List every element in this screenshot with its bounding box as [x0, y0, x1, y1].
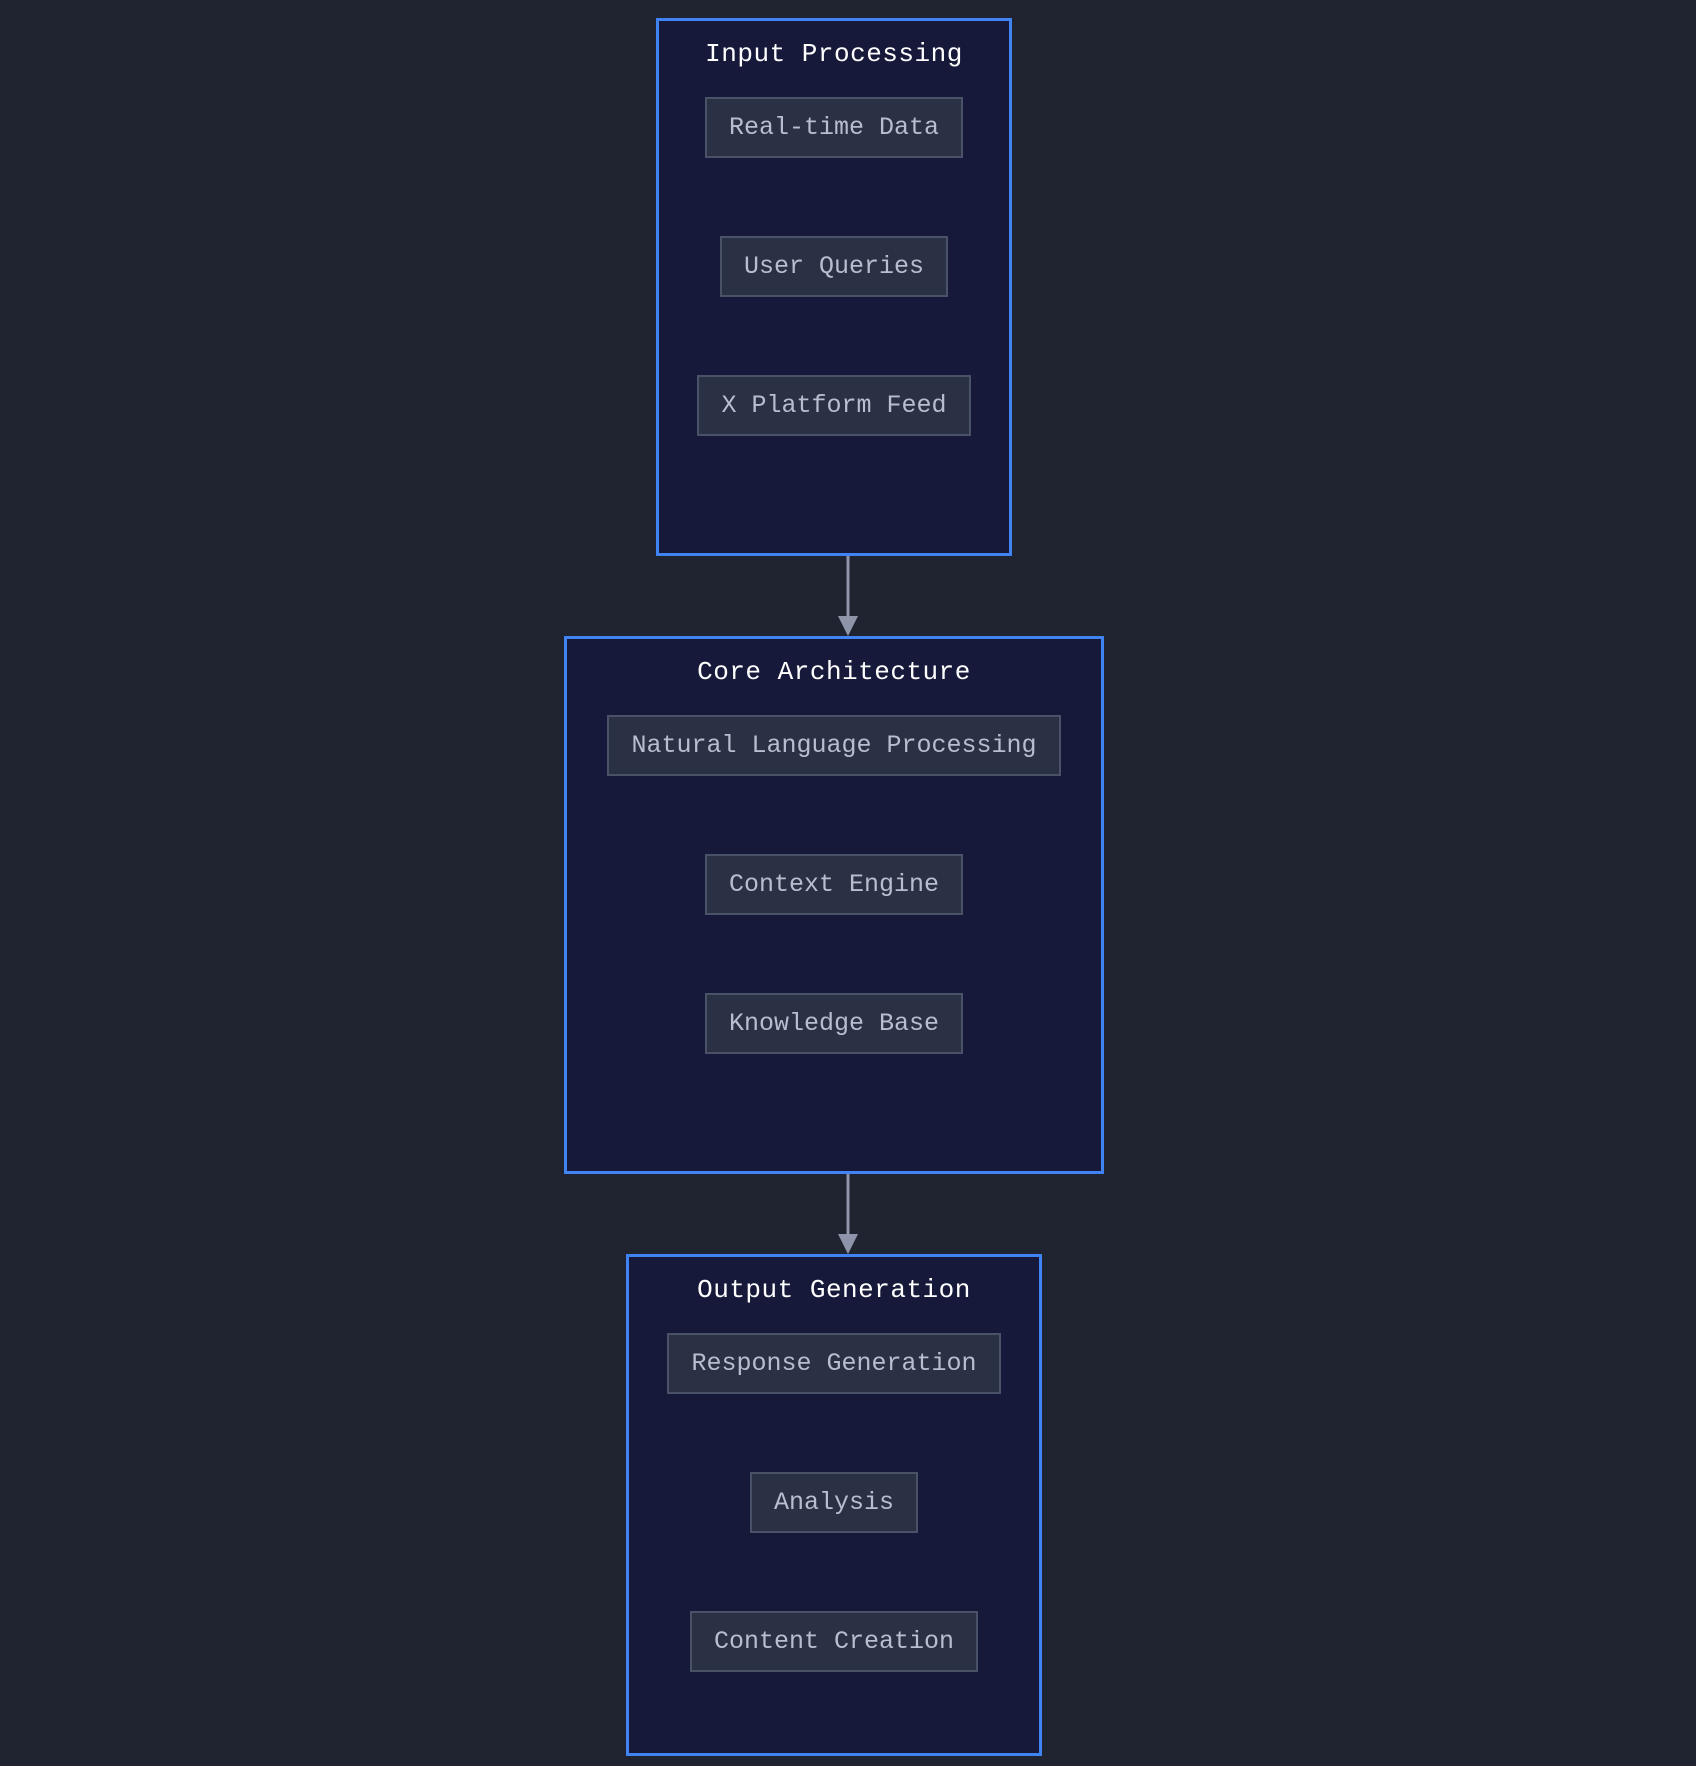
stage-items: Response Generation Analysis Content Cre…: [657, 1333, 1011, 1672]
stage-items: Real-time Data User Queries X Platform F…: [687, 97, 981, 436]
diagram-node: Context Engine: [705, 854, 963, 915]
stage-title: Core Architecture: [595, 657, 1073, 687]
stage-output-generation: Output Generation Response Generation An…: [626, 1254, 1042, 1756]
diagram-node: Content Creation: [690, 1611, 978, 1672]
diagram-node: X Platform Feed: [697, 375, 970, 436]
arrow-down-icon: [833, 1174, 863, 1254]
arrow-down-icon: [833, 556, 863, 636]
stage-input-processing: Input Processing Real-time Data User Que…: [656, 18, 1012, 556]
stage-title: Input Processing: [687, 39, 981, 69]
diagram-node: Natural Language Processing: [607, 715, 1060, 776]
diagram-node: Response Generation: [667, 1333, 1000, 1394]
stage-core-architecture: Core Architecture Natural Language Proce…: [564, 636, 1104, 1174]
diagram-node: Analysis: [750, 1472, 918, 1533]
stage-items: Natural Language Processing Context Engi…: [595, 715, 1073, 1054]
diagram-node: User Queries: [720, 236, 948, 297]
stage-title: Output Generation: [657, 1275, 1011, 1305]
diagram-node: Real-time Data: [705, 97, 963, 158]
diagram-node: Knowledge Base: [705, 993, 963, 1054]
